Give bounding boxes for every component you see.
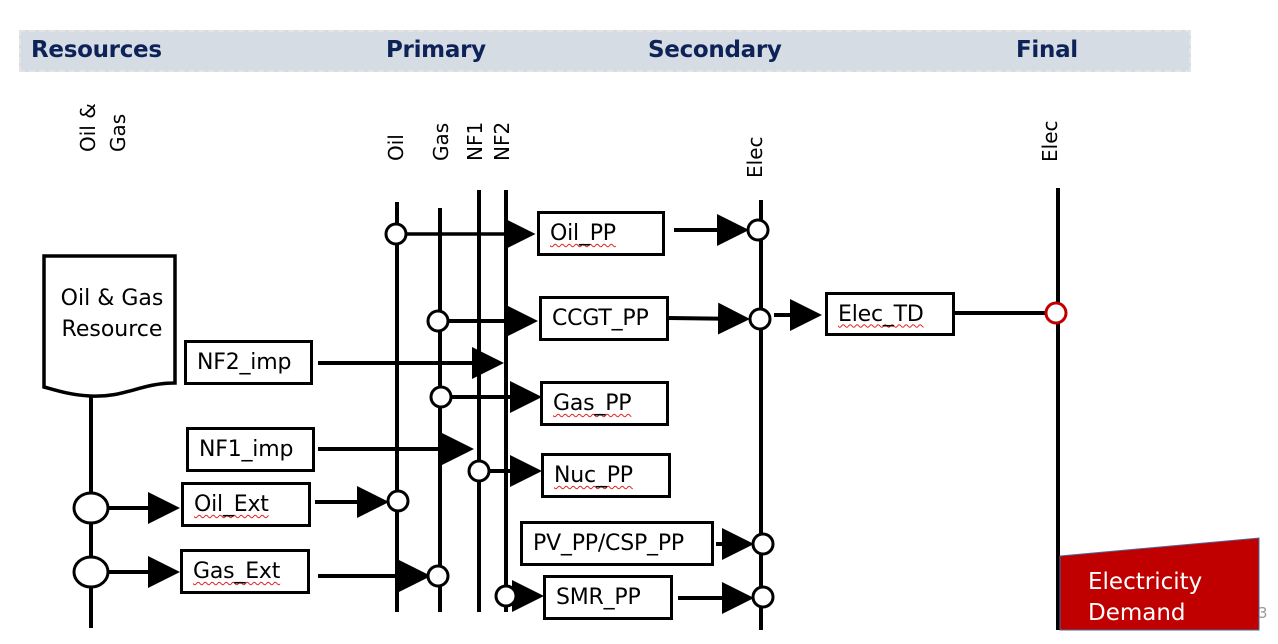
node-final-elec: [1044, 301, 1068, 325]
node-oil-oilpp: [384, 222, 408, 246]
node-nf2-smr: [494, 584, 518, 608]
node-elec-ccgt: [748, 307, 772, 331]
tech-gas-ext[interactable]: Gas_Ext: [180, 549, 310, 594]
tech-nuc-pp[interactable]: Nuc_PP: [541, 453, 671, 498]
node-oil-oilext: [386, 489, 410, 513]
tech-pv-csp-pp[interactable]: PV_PP/CSP_PP: [520, 521, 714, 566]
resource-node[interactable]: Oil & Gas Resource: [54, 283, 170, 345]
page-number: 3: [1258, 604, 1268, 622]
resource-node-line2: Resource: [61, 317, 163, 342]
tech-elec-td[interactable]: Elec_TD: [825, 292, 955, 336]
resource-node-line1: Oil & Gas: [60, 286, 164, 311]
node-elec-pv: [751, 532, 775, 556]
node-gas-gasext: [426, 564, 450, 588]
tech-gas-pp[interactable]: Gas_PP: [540, 381, 669, 426]
node-res-gasext: [72, 555, 110, 589]
node-gas-gaspp: [429, 385, 453, 409]
node-elec-smr: [751, 585, 775, 609]
node-gas-ccgt: [426, 309, 450, 333]
tech-ccgt-pp[interactable]: CCGT_PP: [539, 296, 669, 341]
tech-oil-ext[interactable]: Oil_Ext: [181, 482, 311, 527]
node-nf1-nucpp: [467, 459, 491, 483]
node-res-oilext: [72, 491, 110, 525]
node-elec-oilpp: [746, 218, 770, 242]
tech-nf1-imp[interactable]: NF1_imp: [186, 427, 315, 472]
tech-smr-pp[interactable]: SMR_PP: [543, 575, 673, 620]
tech-oil-pp[interactable]: Oil_PP: [537, 211, 665, 256]
demand-line2: Demand: [1088, 600, 1186, 626]
demand-line1: Electricity: [1088, 569, 1203, 595]
electricity-demand-label[interactable]: Electricity Demand: [1088, 567, 1202, 629]
arrow-ccgt-to-elec: [667, 302, 750, 335]
tech-nf2-imp[interactable]: NF2_imp: [184, 340, 313, 385]
